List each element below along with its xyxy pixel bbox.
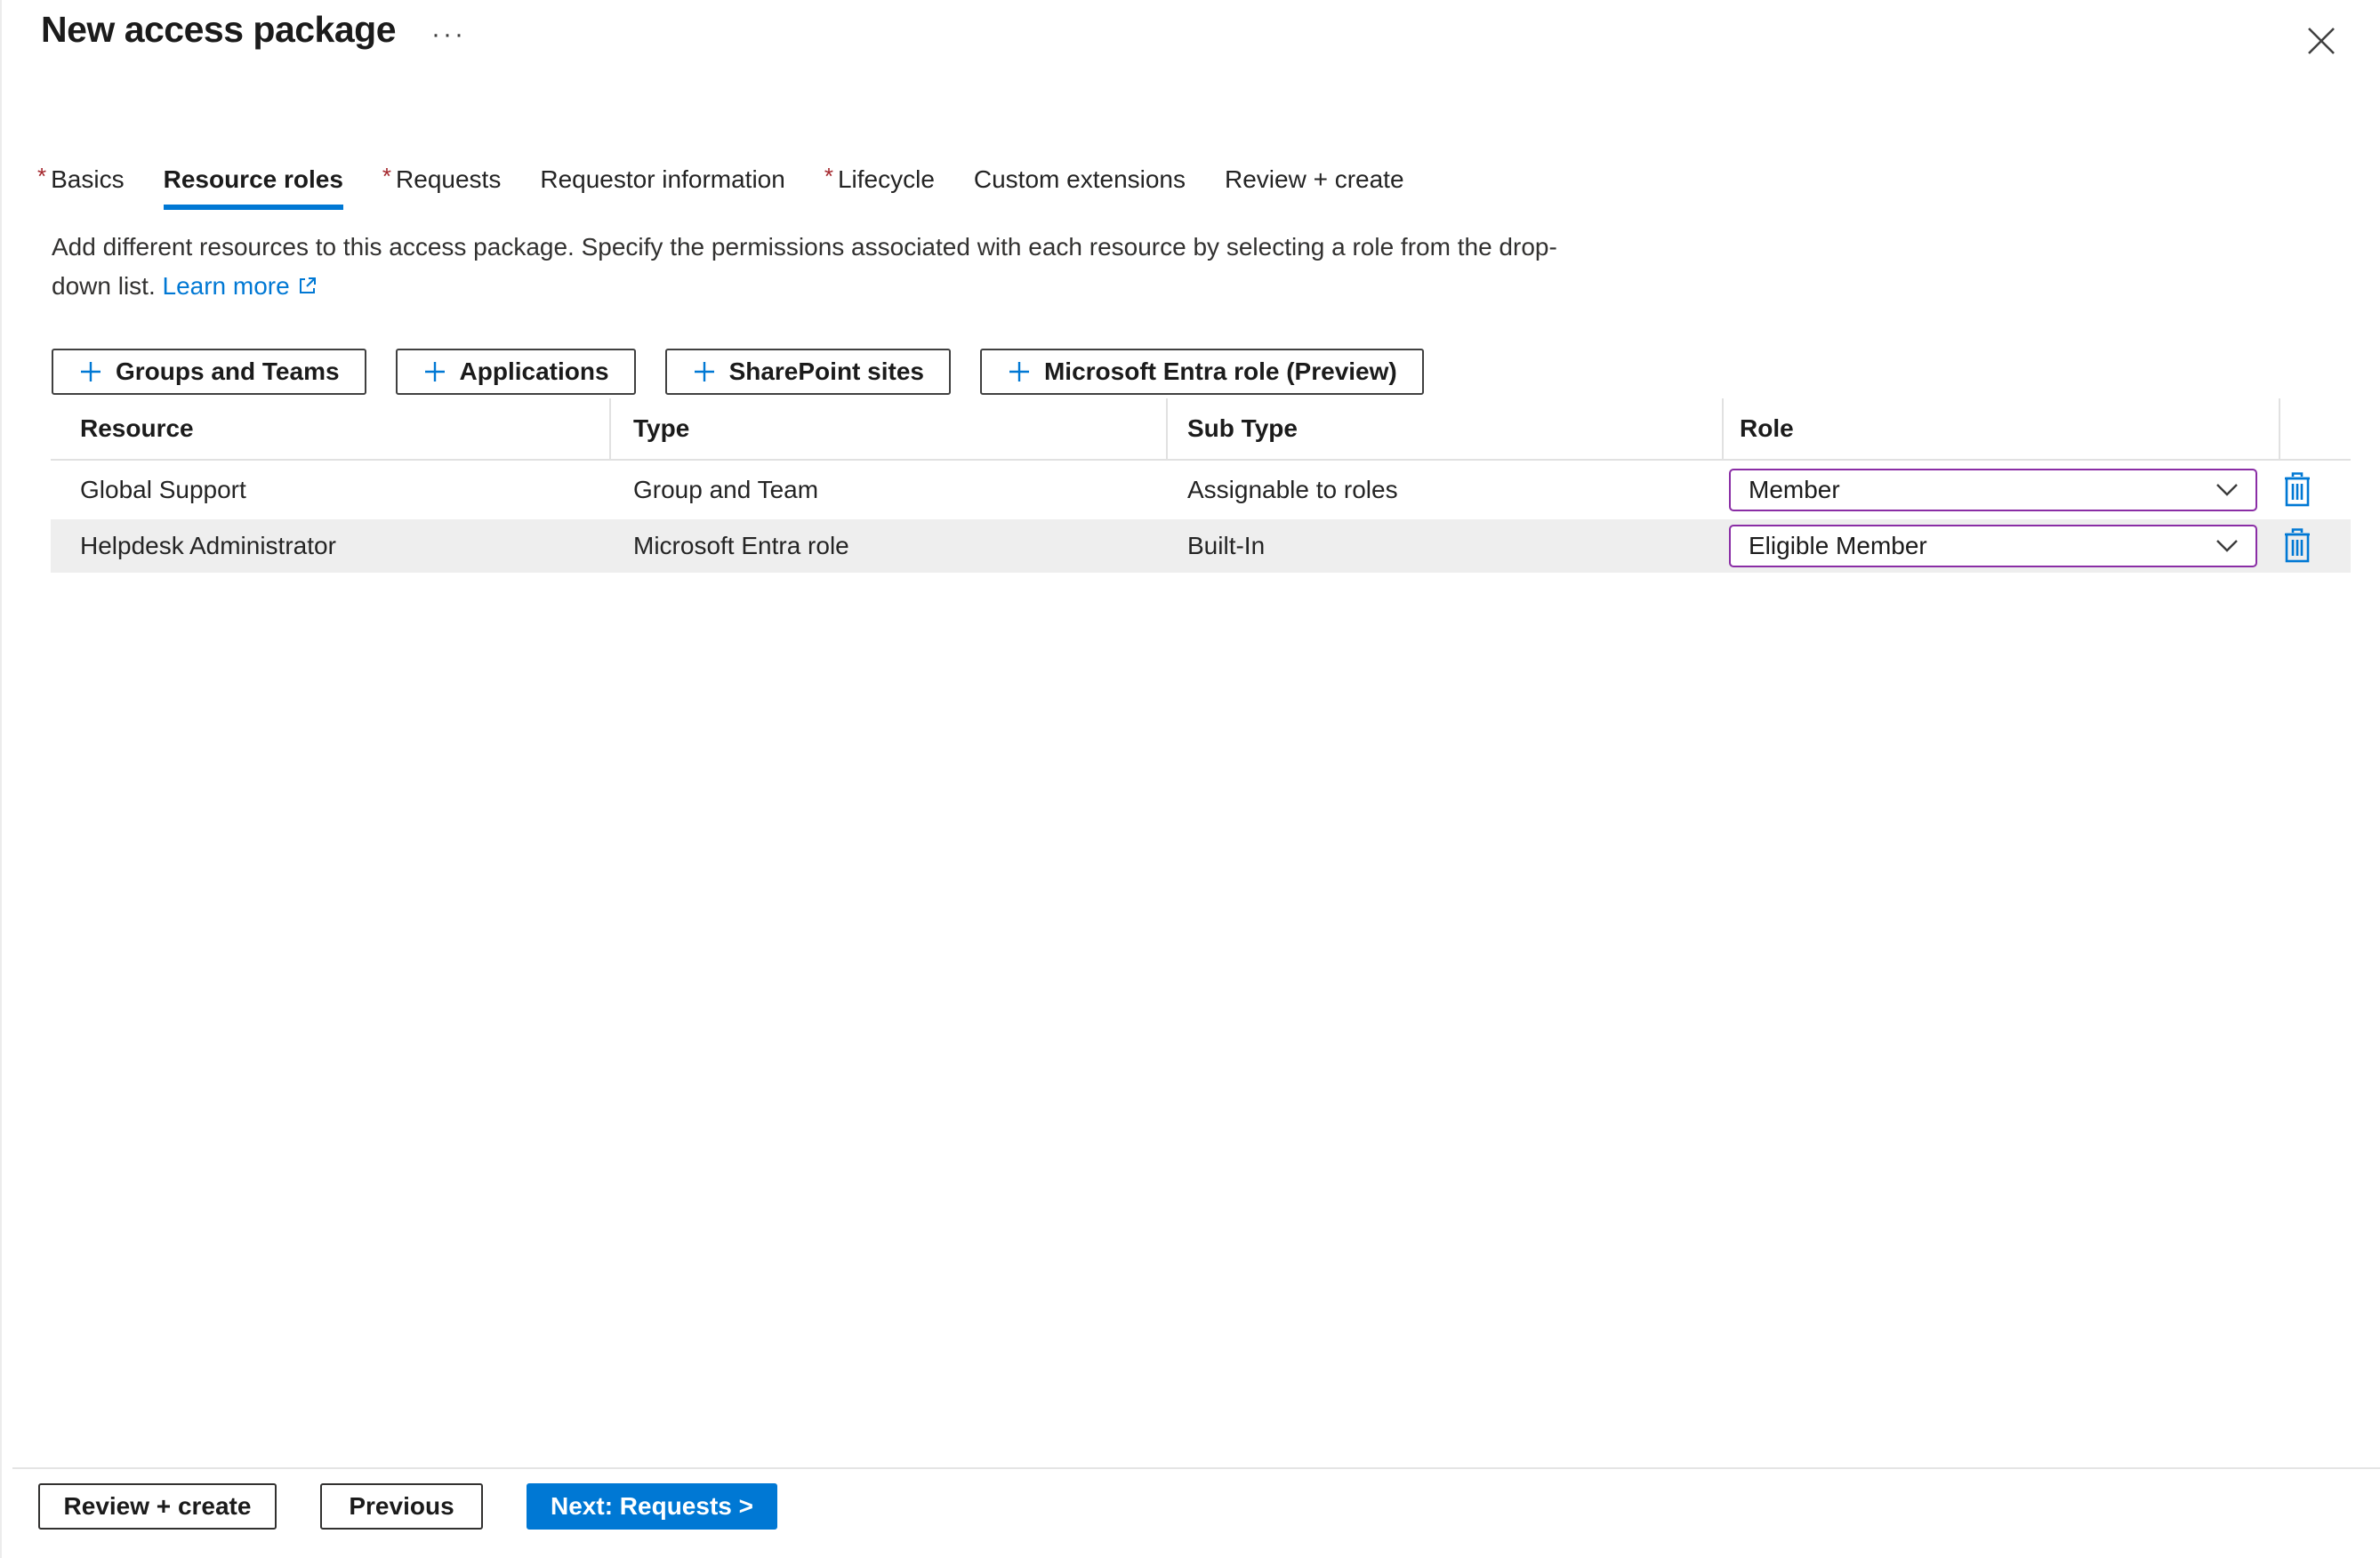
column-header-type: Type <box>611 398 1168 459</box>
tab-resource-roles[interactable]: Resource roles <box>163 165 343 210</box>
column-header-actions <box>2280 398 2351 459</box>
tab-basics[interactable]: * Basics <box>37 163 125 210</box>
chevron-down-icon <box>2216 484 2238 496</box>
delete-row-button[interactable] <box>2282 471 2312 509</box>
learn-more-link[interactable]: Learn more <box>163 272 318 300</box>
next-requests-button[interactable]: Next: Requests > <box>527 1483 777 1530</box>
footer-divider <box>12 1467 2380 1469</box>
column-header-resource: Resource <box>51 398 611 459</box>
review-create-button[interactable]: Review + create <box>38 1483 277 1530</box>
add-groups-and-teams-button[interactable]: Groups and Teams <box>52 349 366 395</box>
tab-review-create[interactable]: Review + create <box>1225 165 1404 210</box>
page-title: New access package <box>41 9 397 50</box>
more-options-icon[interactable]: ··· <box>431 20 466 50</box>
trash-icon <box>2285 528 2310 563</box>
close-icon <box>2308 28 2335 54</box>
cell-sub-type: Built-In <box>1187 532 1266 559</box>
add-sharepoint-sites-button[interactable]: SharePoint sites <box>664 349 951 395</box>
add-entra-role-button[interactable]: Microsoft Entra role (Preview) <box>979 349 1424 395</box>
panel-left-edge <box>0 0 2 1558</box>
plus-icon <box>424 362 445 381</box>
required-asterisk: * <box>37 163 47 189</box>
role-dropdown[interactable]: Eligible Member <box>1729 525 2257 567</box>
chevron-down-icon <box>2216 540 2238 552</box>
plus-icon <box>1009 362 1029 381</box>
wizard-tabs: * Basics Resource roles * Requests Reque… <box>37 163 1404 210</box>
new-access-package-panel: New access package ··· * Basics Resource… <box>0 0 2380 1558</box>
role-dropdown-value: Member <box>1749 476 1840 503</box>
column-header-role: Role <box>1724 398 2280 459</box>
external-link-icon <box>299 277 316 293</box>
trash-icon <box>2285 472 2310 507</box>
tab-requests[interactable]: * Requests <box>382 163 501 210</box>
plus-icon <box>694 362 714 381</box>
table-row: Helpdesk Administrator Microsoft Entra r… <box>51 519 2351 573</box>
resource-roles-table: Resource Type Sub Type Role Global Suppo… <box>51 398 2351 573</box>
required-asterisk: * <box>824 163 833 189</box>
cell-resource: Global Support <box>80 476 246 503</box>
close-button[interactable] <box>2302 21 2341 60</box>
tab-description: Add different resources to this access p… <box>52 228 1604 306</box>
previous-button[interactable]: Previous <box>320 1483 483 1530</box>
plus-icon <box>81 362 101 381</box>
cell-type: Microsoft Entra role <box>633 532 849 559</box>
column-header-sub-type: Sub Type <box>1168 398 1724 459</box>
table-row: Global Support Group and Team Assignable… <box>51 461 2351 519</box>
cell-resource: Helpdesk Administrator <box>80 532 336 559</box>
tab-custom-extensions[interactable]: Custom extensions <box>974 165 1186 210</box>
tab-requestor-information[interactable]: Requestor information <box>540 165 784 210</box>
add-applications-button[interactable]: Applications <box>395 349 636 395</box>
wizard-footer: Review + create Previous Next: Requests … <box>38 1483 777 1530</box>
role-dropdown[interactable]: Member <box>1729 469 2257 511</box>
role-dropdown-value: Eligible Member <box>1749 532 1927 559</box>
cell-sub-type: Assignable to roles <box>1187 476 1398 503</box>
add-resource-buttons: Groups and Teams Applications SharePoint… <box>52 349 1424 395</box>
required-asterisk: * <box>382 163 392 189</box>
table-header: Resource Type Sub Type Role <box>51 398 2351 461</box>
tab-lifecycle[interactable]: * Lifecycle <box>824 163 935 210</box>
cell-type: Group and Team <box>633 476 819 503</box>
panel-header: New access package ··· <box>41 9 466 51</box>
delete-row-button[interactable] <box>2282 527 2312 565</box>
